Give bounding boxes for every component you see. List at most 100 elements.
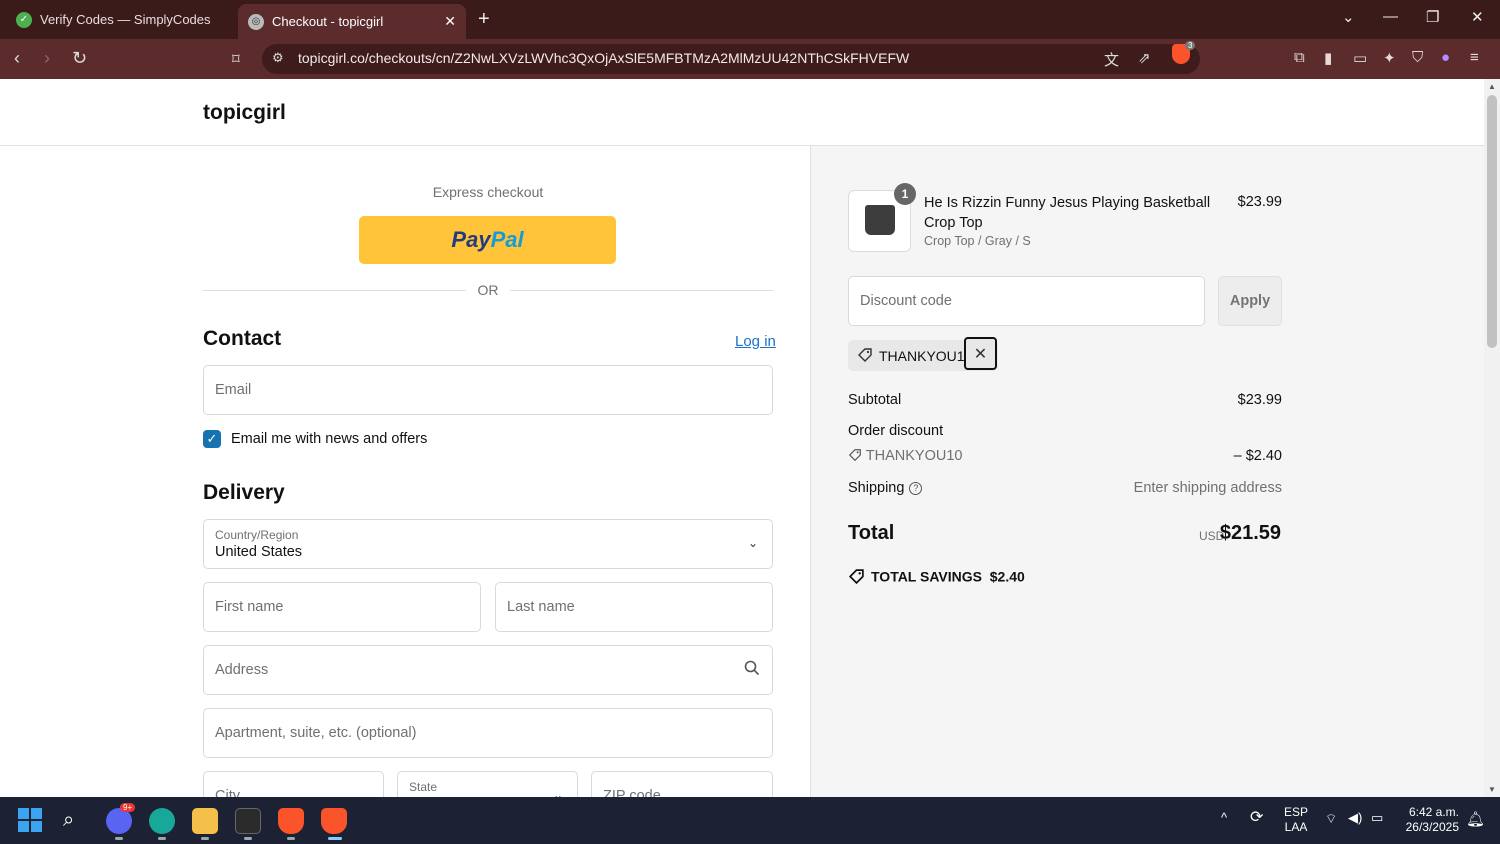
share-icon[interactable]: ⇗: [1138, 49, 1151, 67]
tab-simplycodes[interactable]: ✓ Verify Codes — SimplyCodes: [6, 4, 234, 35]
clock-time: 6:42 a.m.: [1408, 805, 1459, 819]
shipping-value: Enter shipping address: [1133, 480, 1282, 496]
browser-toolbar: ‹ › ↻ ⌑ ⚙ topicgirl.co/checkouts/cn/Z2Nw…: [0, 39, 1500, 79]
country-select[interactable]: Country/Region United States ⌄: [203, 519, 773, 569]
newsletter-label[interactable]: Email me with news and offers: [231, 431, 427, 447]
paypal-button[interactable]: Pay Pal: [359, 216, 616, 264]
shirt-thumbnail: [865, 205, 895, 235]
profile-icon[interactable]: ●: [1441, 49, 1450, 66]
order-discount-code: THANKYOU10: [848, 448, 962, 464]
paypal-logo-part2: Pal: [490, 227, 524, 252]
address-bar[interactable]: ⚙ topicgirl.co/checkouts/cn/Z2NwLXVzLWVh…: [262, 44, 1200, 74]
apply-button[interactable]: Apply: [1218, 276, 1282, 326]
discount-placeholder: Discount code: [860, 293, 952, 309]
input-language[interactable]: ESP LAA: [1281, 805, 1311, 835]
tag-icon: [848, 449, 861, 462]
clock-date: 26/3/2025: [1405, 820, 1459, 834]
total-value: $21.59: [1219, 522, 1281, 544]
contact-title: Contact: [203, 327, 282, 350]
first-name-placeholder: First name: [215, 599, 284, 615]
search-icon[interactable]: [744, 660, 760, 681]
page-scrollbar[interactable]: ▲ ▼: [1484, 79, 1500, 797]
remove-discount-button[interactable]: ✕: [964, 337, 997, 370]
menu-icon[interactable]: ≡: [1470, 49, 1479, 66]
bookmark-icon[interactable]: ⌑: [232, 50, 240, 68]
tag-icon: [857, 347, 873, 368]
product-price: $23.99: [1237, 194, 1282, 210]
shop-name[interactable]: topicgirl: [203, 101, 286, 125]
city-field[interactable]: City: [203, 771, 384, 797]
app-running-indicator: [244, 837, 252, 840]
close-window-button[interactable]: ✕: [1471, 8, 1484, 26]
order-discount-code-text: THANKYOU10: [865, 448, 963, 464]
country-value: United States: [215, 544, 303, 560]
tab-checkout[interactable]: ◎ Checkout - topicgirl ✕: [238, 4, 466, 39]
last-name-field[interactable]: Last name: [495, 582, 773, 632]
terminal-icon[interactable]: [235, 808, 261, 834]
vpn-icon[interactable]: ⛉: [1412, 49, 1423, 66]
country-label: Country/Region: [215, 528, 299, 542]
express-checkout-label: Express checkout: [432, 184, 544, 200]
checkout-page: topicgirl Express checkout Pay Pal OR Con…: [0, 79, 1484, 797]
lang-line1: ESP: [1283, 805, 1308, 819]
savings-label: TOTAL SAVINGS: [871, 568, 982, 585]
login-link[interactable]: Log in: [735, 333, 776, 350]
subtotal-row: Subtotal $23.99: [848, 392, 1282, 408]
notifications-bell-icon[interactable]: 🔔︎: [1466, 810, 1485, 828]
battery-icon[interactable]: ▭: [1371, 810, 1383, 826]
tab-search-chevron-icon[interactable]: ⌄: [1342, 8, 1355, 26]
url-text[interactable]: topicgirl.co/checkouts/cn/Z2NwLXVzLWVhc3…: [298, 50, 909, 66]
windows-start-icon[interactable]: [18, 808, 44, 834]
sidebar-icon[interactable]: ▮: [1324, 49, 1332, 67]
volume-icon[interactable]: ◀): [1348, 810, 1362, 826]
newsletter-checkbox[interactable]: ✓: [203, 430, 221, 448]
help-icon[interactable]: ?: [909, 481, 923, 495]
sync-icon[interactable]: ⟳: [1250, 807, 1263, 827]
order-discount-row: Order discount: [848, 423, 1282, 439]
zip-field[interactable]: ZIP code: [591, 771, 773, 797]
paypal-logo-part1: Pay: [451, 227, 491, 252]
wallet-icon[interactable]: ▭: [1353, 49, 1367, 67]
chevron-down-icon: ⌄: [552, 788, 563, 797]
quantity-badge: 1: [894, 183, 916, 205]
minimize-button[interactable]: —: [1383, 8, 1398, 25]
lang-line2: LAA: [1284, 820, 1308, 834]
apartment-field[interactable]: Apartment, suite, etc. (optional): [203, 708, 773, 758]
total-label: Total: [848, 522, 895, 544]
tab-label: Checkout - topicgirl: [272, 14, 384, 29]
chevron-down-icon: ⌄: [747, 536, 758, 550]
address-field[interactable]: Address: [203, 645, 773, 695]
email-placeholder: Email: [215, 382, 252, 398]
close-tab-icon[interactable]: ✕: [444, 13, 456, 30]
order-discount-value: – $2.40: [1233, 448, 1282, 464]
discount-code-field[interactable]: Discount code: [848, 276, 1205, 326]
brave-browser-icon[interactable]: [278, 808, 304, 834]
file-explorer-icon[interactable]: [192, 808, 218, 834]
savings-value: $2.40: [989, 568, 1025, 585]
tray-chevron-up-icon[interactable]: ^: [1221, 810, 1227, 825]
restore-button[interactable]: ❐: [1426, 8, 1439, 26]
scroll-down-icon[interactable]: ▼: [1488, 785, 1496, 794]
scrollbar-thumb[interactable]: [1487, 95, 1497, 348]
product-title: He Is Rizzin Funny Jesus Playing Basketb…: [924, 195, 1211, 231]
brave-browser-active-icon[interactable]: [321, 808, 347, 834]
wifi-icon[interactable]: ⌔: [1325, 811, 1337, 827]
scroll-up-icon[interactable]: ▲: [1488, 82, 1496, 91]
back-button[interactable]: ‹: [14, 48, 20, 69]
new-tab-button[interactable]: +: [478, 8, 490, 31]
search-taskbar-icon[interactable]: ⌕: [63, 809, 74, 832]
reload-button[interactable]: ↻: [72, 48, 87, 69]
order-summary: 1 He Is Rizzin Funny Jesus Playing Baske…: [810, 146, 1484, 797]
site-info-icon[interactable]: ⚙: [272, 50, 284, 66]
product-variant: Crop Top / Gray / S: [924, 234, 1031, 248]
extensions-icon[interactable]: ⧉: [1294, 49, 1305, 66]
state-select[interactable]: State ⌄: [397, 771, 578, 797]
vpn-app-icon[interactable]: [149, 808, 175, 834]
shipping-row: Shipping? Enter shipping address: [848, 480, 1282, 496]
clock[interactable]: 6:42 a.m. 26/3/2025: [1393, 805, 1459, 835]
first-name-field[interactable]: First name: [203, 582, 481, 632]
translate-icon[interactable]: 文: [1104, 49, 1119, 70]
leo-ai-icon[interactable]: ✦: [1383, 49, 1396, 67]
forward-button[interactable]: ›: [44, 48, 50, 69]
email-field[interactable]: Email: [203, 365, 773, 415]
